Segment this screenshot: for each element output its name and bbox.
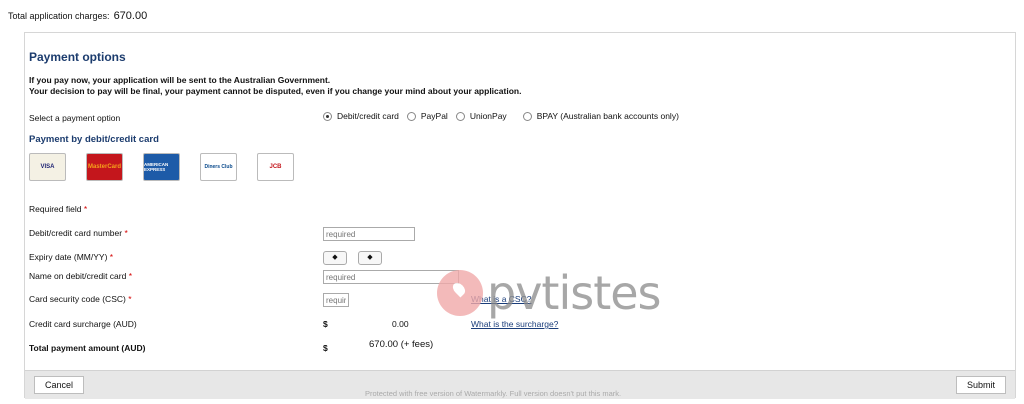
required-asterisk: * <box>128 271 133 281</box>
total-charges-label: Total application charges: <box>8 11 110 21</box>
radio-debit-credit[interactable] <box>323 111 332 121</box>
expiry-year-select[interactable]: ◆ <box>358 251 382 265</box>
card-payment-subtitle: Payment by debit/credit card <box>29 134 159 145</box>
option-unionpay-label: UnionPay <box>469 111 507 121</box>
select-payment-label: Select a payment option <box>29 113 121 123</box>
payment-panel: Payment options If you pay now, your app… <box>24 32 1016 399</box>
card-number-label: Debit/credit card number * <box>29 228 128 238</box>
radio-bpay[interactable] <box>522 111 532 121</box>
payment-options-title: Payment options <box>29 50 126 64</box>
submit-button[interactable]: Submit <box>955 376 1006 394</box>
amex-logo-icon: AMERICAN EXPRESS <box>143 153 180 181</box>
surcharge-label: Credit card surcharge (AUD) <box>29 319 137 329</box>
option-paypal[interactable]: PayPal <box>406 111 448 121</box>
name-on-card-label: Name on debit/credit card * <box>29 271 132 281</box>
diners-club-logo-icon: Diners Club <box>200 153 237 181</box>
expiry-label-text: Expiry date (MM/YY) <box>29 252 108 262</box>
option-debit-credit[interactable]: Debit/credit card <box>323 111 399 121</box>
what-is-csc-link[interactable]: What is a CSC? <box>471 294 531 304</box>
notice-line-2: Your decision to pay will be final, your… <box>29 86 522 96</box>
card-number-input[interactable] <box>323 227 415 241</box>
csc-input[interactable] <box>323 293 349 307</box>
surcharge-currency: $ <box>323 319 328 329</box>
csc-label-text: Card security code (CSC) <box>29 294 126 304</box>
what-is-surcharge-link[interactable]: What is the surcharge? <box>471 319 558 329</box>
jcb-logo-icon: JCB <box>257 153 294 181</box>
radio-paypal[interactable] <box>406 111 416 121</box>
total-payment-value: 670.00 (+ fees) <box>369 339 434 350</box>
total-application-charges: Total application charges: 670.00 <box>8 10 147 22</box>
payment-option-group: Debit/credit card PayPal UnionPay BPAY (… <box>323 111 687 121</box>
notice-line-1: If you pay now, your application will be… <box>29 75 331 85</box>
card-number-label-text: Debit/credit card number <box>29 228 123 238</box>
mastercard-logo-icon: MasterCard <box>86 153 123 181</box>
name-label-text: Name on debit/credit card <box>29 271 127 281</box>
option-bpay-label: BPAY (Australian bank accounts only) <box>536 111 679 121</box>
option-unionpay[interactable]: UnionPay <box>455 111 507 121</box>
total-payment-label: Total payment amount (AUD) <box>29 343 146 353</box>
required-asterisk: * <box>83 204 88 214</box>
expiry-month-select[interactable]: ◆ <box>323 251 347 265</box>
visa-logo-icon: VISA <box>29 153 66 181</box>
csc-label: Card security code (CSC) * <box>29 294 132 304</box>
accepted-cards: VISA MasterCard AMERICAN EXPRESS Diners … <box>29 153 314 181</box>
total-charges-value: 670.00 <box>113 10 148 22</box>
required-asterisk: * <box>128 294 132 304</box>
expiry-label: Expiry date (MM/YY) * <box>29 252 113 262</box>
cancel-button[interactable]: Cancel <box>34 376 85 394</box>
required-note-text: Required field <box>29 204 82 214</box>
watermark-note: Protected with free version of Watermark… <box>365 389 622 398</box>
option-bpay[interactable]: BPAY (Australian bank accounts only) <box>522 111 679 121</box>
option-paypal-label: PayPal <box>420 111 448 121</box>
required-asterisk: * <box>124 228 128 238</box>
payment-notice: If you pay now, your application will be… <box>29 75 521 97</box>
total-currency: $ <box>323 343 328 353</box>
required-asterisk: * <box>109 252 114 262</box>
required-field-note: Required field * <box>29 204 87 214</box>
radio-unionpay[interactable] <box>455 111 465 121</box>
name-on-card-input[interactable] <box>323 270 459 284</box>
surcharge-value: 0.00 <box>392 319 409 329</box>
option-debit-credit-label: Debit/credit card <box>337 111 399 121</box>
